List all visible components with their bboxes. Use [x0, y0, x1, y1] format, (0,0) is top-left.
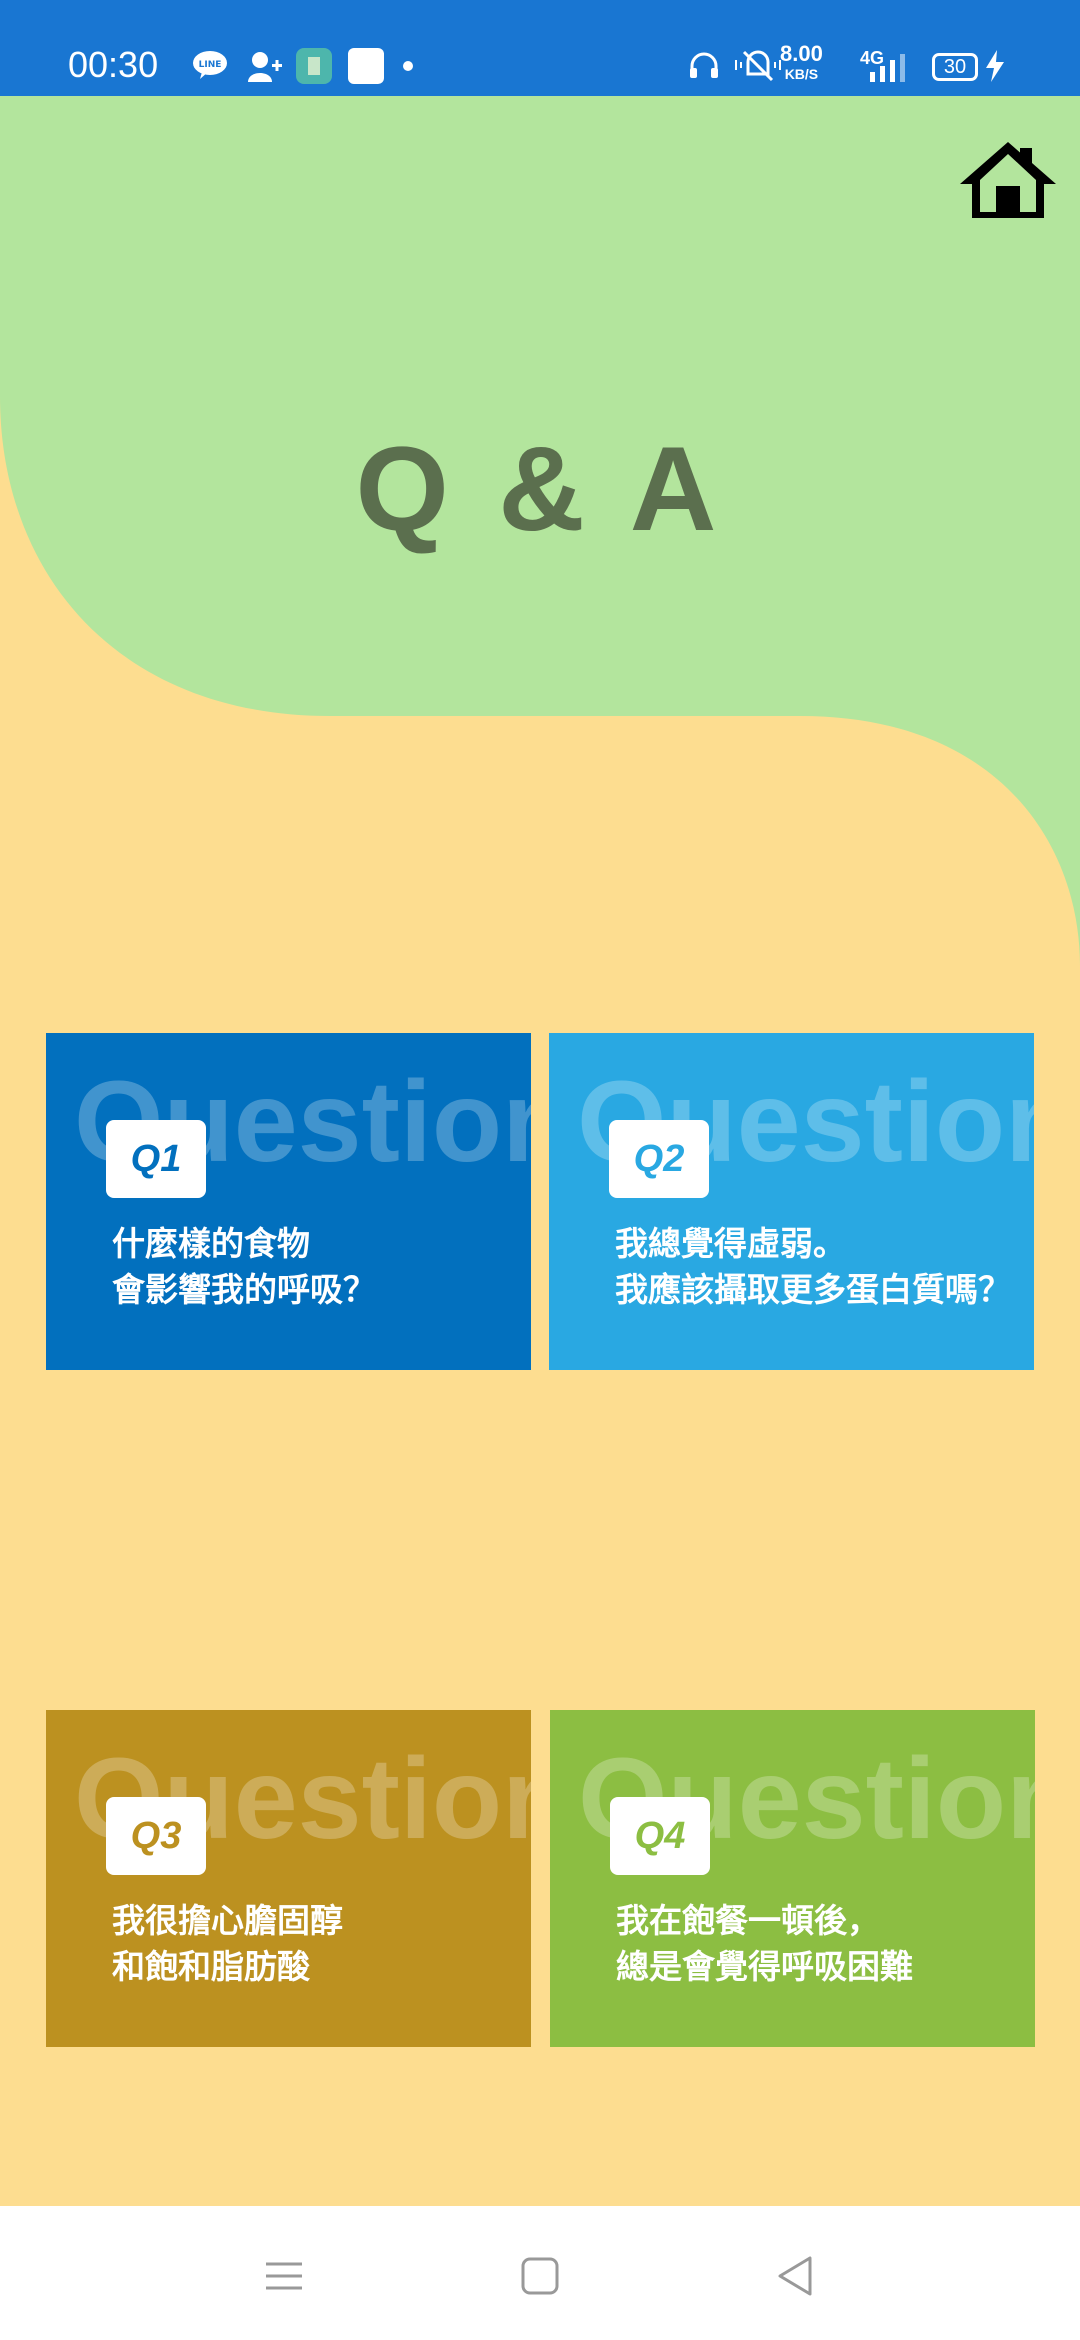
question-card-3[interactable]: Question Q3 我很擔心膽固醇 和飽和脂肪酸	[46, 1710, 531, 2047]
net-speed: 8.00 KB/S	[780, 41, 823, 84]
net-speed-value: 8.00	[780, 41, 823, 66]
page-title: Q & A	[355, 422, 725, 556]
headset-icon	[690, 52, 718, 78]
question-text: 我總覺得虛弱。 我應該攝取更多蛋白質嗎？	[615, 1224, 1011, 1309]
dot-icon	[403, 61, 413, 71]
question-badge: Q2	[609, 1120, 709, 1198]
battery-icon: 30	[932, 53, 978, 81]
question-badge: Q1	[106, 1120, 206, 1198]
menu-icon[interactable]	[262, 2254, 306, 2298]
home-square-icon[interactable]	[518, 2254, 562, 2298]
question-card-1[interactable]: Question Q1 什麼樣的食物 會影響我的呼吸？	[46, 1033, 531, 1370]
app-icon	[296, 48, 332, 84]
question-badge: Q3	[106, 1797, 206, 1875]
navigation-bar	[0, 2206, 1080, 2340]
status-time: 00:30	[68, 44, 159, 85]
status-right: 8.00 KB/S 4G 30	[660, 0, 1080, 96]
net-speed-unit: KB/S	[784, 66, 819, 82]
home-icon[interactable]	[958, 140, 1058, 220]
line-icon: LINE	[193, 51, 227, 79]
svg-text:LINE: LINE	[199, 60, 222, 70]
signal-icon	[870, 54, 905, 82]
status-bar: 00:30 LINE 8.00 KB/S 4G 30	[0, 0, 1080, 96]
green-wave-background	[0, 96, 1080, 966]
add-contact-icon	[248, 52, 282, 82]
vibrate-icon	[735, 50, 781, 82]
question-text: 什麼樣的食物 會影響我的呼吸？	[112, 1224, 376, 1309]
question-text: 我很擔心膽固醇 和飽和脂肪酸	[112, 1901, 343, 1986]
question-card-2[interactable]: Question Q2 我總覺得虛弱。 我應該攝取更多蛋白質嗎？	[549, 1033, 1034, 1370]
back-icon[interactable]	[774, 2254, 818, 2298]
charging-icon	[986, 50, 1004, 82]
question-badge: Q4	[610, 1797, 710, 1875]
question-text: 我在飽餐一頓後， 總是會覺得呼吸困難	[616, 1901, 913, 1986]
white-square-icon	[348, 48, 384, 84]
question-card-4[interactable]: Question Q4 我在飽餐一頓後， 總是會覺得呼吸困難	[550, 1710, 1035, 2047]
